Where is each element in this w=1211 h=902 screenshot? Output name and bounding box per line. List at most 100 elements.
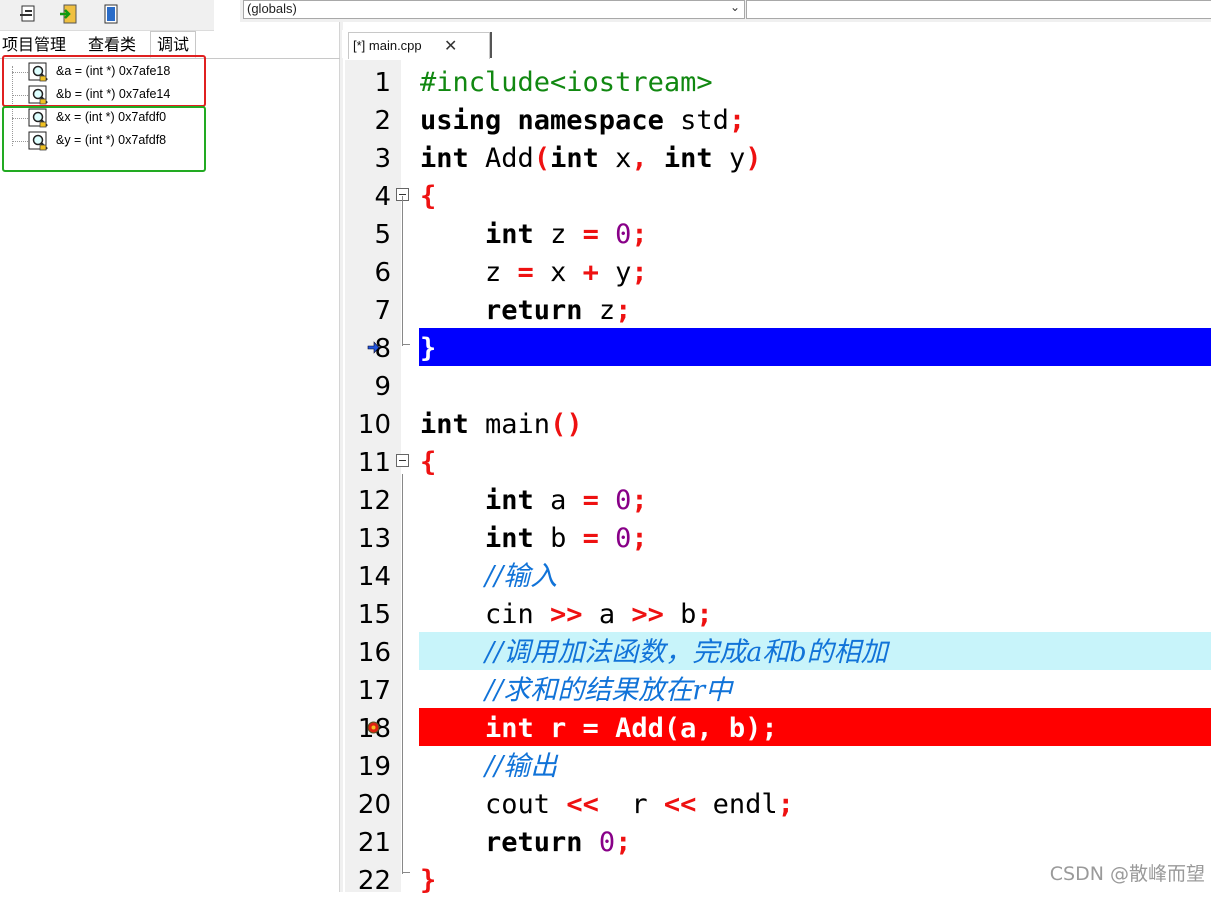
tab-debug[interactable]: 调试 bbox=[150, 31, 197, 58]
code-text[interactable]: return z; bbox=[420, 290, 631, 328]
code-text[interactable]: cout << r << endl; bbox=[420, 784, 794, 822]
code-line[interactable]: 19 //输出 bbox=[345, 746, 1211, 784]
code-text[interactable]: return 0; bbox=[420, 822, 631, 860]
code-line[interactable]: 8} bbox=[345, 328, 1211, 366]
code-text[interactable]: { bbox=[420, 442, 436, 480]
code-text[interactable]: } bbox=[420, 328, 436, 366]
code-text[interactable]: int b = 0; bbox=[420, 518, 648, 556]
code-line[interactable]: 1 #include<iostream> bbox=[345, 62, 1211, 100]
breakpoint-icon[interactable] bbox=[367, 721, 380, 734]
tab-project[interactable]: 项目管理 bbox=[2, 32, 66, 57]
code-text[interactable]: int Add(int x, int y) bbox=[420, 138, 761, 176]
code-text[interactable]: { bbox=[420, 176, 436, 214]
code-line[interactable]: 2 using namespace std; bbox=[345, 100, 1211, 138]
code-token: = bbox=[582, 485, 599, 516]
code-line[interactable]: 12 int a = 0; bbox=[345, 480, 1211, 518]
code-token: { bbox=[420, 181, 437, 212]
line-number[interactable]: 22 bbox=[345, 860, 391, 898]
line-number[interactable]: 16 bbox=[345, 632, 391, 670]
code-line[interactable]: 4{ bbox=[345, 176, 1211, 214]
code-line[interactable]: 7 return z; bbox=[345, 290, 1211, 328]
code-text[interactable]: //调用加法函数，完成a和b的相加 bbox=[420, 632, 888, 670]
step-into-icon[interactable] bbox=[59, 3, 81, 25]
code-text[interactable]: cin >> a >> b; bbox=[420, 594, 713, 632]
code-token: } bbox=[420, 333, 437, 364]
code-text[interactable]: //求和的结果放在r中 bbox=[420, 670, 732, 708]
line-number[interactable]: 1 bbox=[345, 62, 391, 100]
scope-dropdown[interactable]: (globals) ⌄ bbox=[243, 0, 745, 19]
code-line[interactable]: 21 return 0; bbox=[345, 822, 1211, 860]
debug-toolbar bbox=[0, 0, 214, 31]
line-number[interactable]: 9 bbox=[345, 366, 391, 404]
code-text[interactable]: int a = 0; bbox=[420, 480, 648, 518]
code-line[interactable]: 18 int r = Add(a, b); bbox=[345, 708, 1211, 746]
code-text[interactable]: int r = Add(a, b); bbox=[420, 708, 778, 746]
panel-splitter[interactable] bbox=[339, 0, 343, 892]
line-number[interactable]: 5 bbox=[345, 214, 391, 252]
line-number[interactable]: 4 bbox=[345, 176, 391, 214]
line-number[interactable]: 3 bbox=[345, 138, 391, 176]
code-token: cout bbox=[420, 789, 567, 820]
code-token: } bbox=[420, 865, 437, 896]
code-token: z bbox=[533, 219, 583, 250]
code-line[interactable]: 13 int b = 0; bbox=[345, 518, 1211, 556]
code-token: 0 bbox=[615, 523, 632, 554]
code-text[interactable]: } bbox=[420, 860, 436, 898]
code-line[interactable]: 3 int Add(int x, int y) bbox=[345, 138, 1211, 176]
code-text[interactable]: using namespace std; bbox=[420, 100, 745, 138]
editor-tabs: [*] main.cpp ✕ bbox=[342, 30, 1211, 59]
code-token: { bbox=[420, 447, 437, 478]
line-number[interactable]: 11 bbox=[345, 442, 391, 480]
line-number[interactable]: 14 bbox=[345, 556, 391, 594]
fold-toggle-icon[interactable] bbox=[396, 454, 409, 467]
line-number[interactable]: 10 bbox=[345, 404, 391, 442]
code-line[interactable]: 16 //调用加法函数，完成a和b的相加 bbox=[345, 632, 1211, 670]
code-line[interactable]: 15 cin >> a >> b; bbox=[345, 594, 1211, 632]
code-token: ; bbox=[615, 295, 632, 326]
line-number[interactable]: 2 bbox=[345, 100, 391, 138]
fold-guide bbox=[402, 196, 403, 346]
code-text[interactable]: int main() bbox=[420, 404, 583, 442]
tab-classes[interactable]: 查看类 bbox=[88, 32, 136, 57]
code-text[interactable]: //输出 bbox=[420, 746, 557, 784]
code-line[interactable]: 9 bbox=[345, 366, 1211, 404]
code-line[interactable]: 5 int z = 0; bbox=[345, 214, 1211, 252]
view-cpu-icon[interactable] bbox=[100, 3, 122, 25]
line-number[interactable]: 12 bbox=[345, 480, 391, 518]
code-line[interactable]: 6 z = x + y; bbox=[345, 252, 1211, 290]
code-line[interactable]: 17 //求和的结果放在r中 bbox=[345, 670, 1211, 708]
line-number[interactable]: 20 bbox=[345, 784, 391, 822]
line-number[interactable]: 6 bbox=[345, 252, 391, 290]
code-line[interactable]: 10 int main() bbox=[345, 404, 1211, 442]
code-token: ; bbox=[631, 257, 648, 288]
code-line[interactable]: 14 //输入 bbox=[345, 556, 1211, 594]
line-number[interactable]: 21 bbox=[345, 822, 391, 860]
code-text[interactable]: int z = 0; bbox=[420, 214, 648, 252]
code-token: 0 bbox=[615, 219, 632, 250]
line-number[interactable]: 15 bbox=[345, 594, 391, 632]
code-token: + bbox=[582, 257, 599, 288]
tab-main-cpp[interactable]: [*] main.cpp ✕ bbox=[348, 32, 490, 59]
line-number[interactable]: 7 bbox=[345, 290, 391, 328]
code-line[interactable]: 20 cout << r << endl; bbox=[345, 784, 1211, 822]
add-watch-icon[interactable] bbox=[18, 3, 40, 25]
code-token: >> bbox=[550, 599, 583, 630]
code-text[interactable]: z = x + y; bbox=[420, 252, 648, 290]
line-number[interactable]: 13 bbox=[345, 518, 391, 556]
line-number[interactable]: 19 bbox=[345, 746, 391, 784]
code-text[interactable]: //输入 bbox=[420, 556, 557, 594]
chevron-down-icon[interactable]: ⌄ bbox=[730, 0, 740, 14]
code-token: Add bbox=[468, 143, 534, 174]
close-icon[interactable]: ✕ bbox=[444, 36, 457, 55]
member-dropdown[interactable] bbox=[746, 0, 1211, 19]
code-text[interactable]: #include<iostream> bbox=[420, 62, 713, 100]
code-token: << bbox=[663, 789, 697, 820]
code-editor[interactable]: 1 #include<iostream> 2 using namespace std;… bbox=[345, 60, 1211, 896]
line-number[interactable]: 17 bbox=[345, 670, 391, 708]
code-line[interactable]: 11 { bbox=[345, 442, 1211, 480]
code-token: return bbox=[485, 295, 583, 326]
